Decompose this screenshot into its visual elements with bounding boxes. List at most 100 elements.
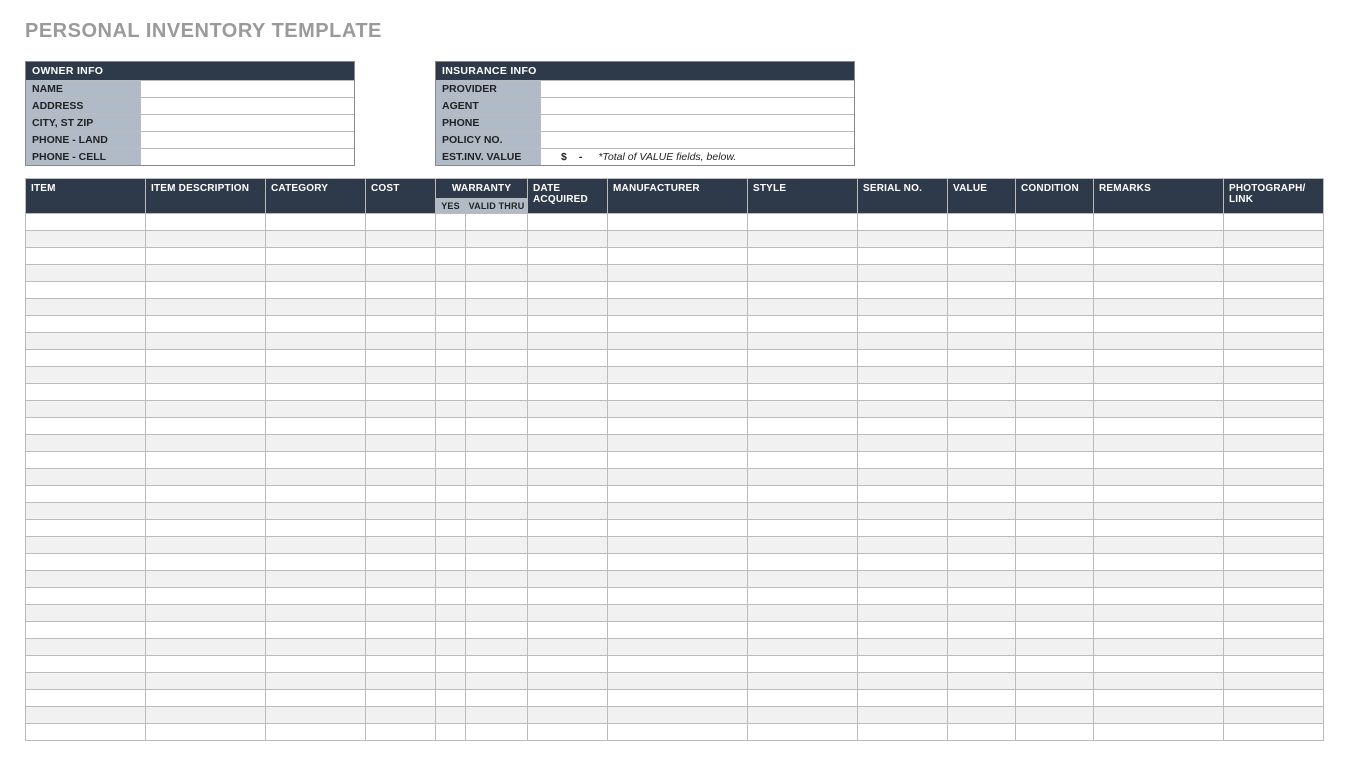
- table-cell[interactable]: [466, 265, 528, 282]
- table-cell[interactable]: [608, 656, 748, 673]
- table-cell[interactable]: [266, 418, 366, 435]
- table-cell[interactable]: [858, 639, 948, 656]
- table-cell[interactable]: [436, 588, 466, 605]
- table-cell[interactable]: [466, 316, 528, 333]
- table-cell[interactable]: [858, 367, 948, 384]
- table-cell[interactable]: [146, 554, 266, 571]
- table-cell[interactable]: [858, 282, 948, 299]
- table-cell[interactable]: [948, 265, 1016, 282]
- table-cell[interactable]: [948, 605, 1016, 622]
- table-cell[interactable]: [436, 486, 466, 503]
- table-cell[interactable]: [466, 724, 528, 741]
- table-cell[interactable]: [436, 639, 466, 656]
- table-cell[interactable]: [858, 401, 948, 418]
- table-cell[interactable]: [528, 452, 608, 469]
- table-cell[interactable]: [948, 622, 1016, 639]
- table-cell[interactable]: [1016, 520, 1094, 537]
- table-cell[interactable]: [608, 418, 748, 435]
- table-cell[interactable]: [466, 690, 528, 707]
- table-cell[interactable]: [1016, 316, 1094, 333]
- table-cell[interactable]: [366, 231, 436, 248]
- table-cell[interactable]: [146, 486, 266, 503]
- table-cell[interactable]: [1094, 214, 1224, 231]
- table-cell[interactable]: [528, 520, 608, 537]
- table-cell[interactable]: [26, 231, 146, 248]
- table-cell[interactable]: [748, 554, 858, 571]
- table-cell[interactable]: [366, 401, 436, 418]
- table-cell[interactable]: [266, 622, 366, 639]
- table-cell[interactable]: [266, 571, 366, 588]
- table-cell[interactable]: [858, 418, 948, 435]
- table-cell[interactable]: [366, 214, 436, 231]
- table-cell[interactable]: [608, 265, 748, 282]
- table-cell[interactable]: [608, 248, 748, 265]
- table-cell[interactable]: [528, 231, 608, 248]
- table-cell[interactable]: [366, 656, 436, 673]
- table-cell[interactable]: [748, 299, 858, 316]
- table-cell[interactable]: [146, 588, 266, 605]
- table-cell[interactable]: [146, 350, 266, 367]
- table-cell[interactable]: [26, 367, 146, 384]
- table-cell[interactable]: [26, 520, 146, 537]
- table-cell[interactable]: [858, 248, 948, 265]
- table-cell[interactable]: [948, 554, 1016, 571]
- table-cell[interactable]: [1094, 605, 1224, 622]
- table-cell[interactable]: [1094, 503, 1224, 520]
- table-cell[interactable]: [1224, 384, 1324, 401]
- table-cell[interactable]: [436, 537, 466, 554]
- table-cell[interactable]: [366, 571, 436, 588]
- table-cell[interactable]: [1016, 707, 1094, 724]
- table-cell[interactable]: [948, 418, 1016, 435]
- table-cell[interactable]: [436, 656, 466, 673]
- table-cell[interactable]: [266, 350, 366, 367]
- table-cell[interactable]: [608, 333, 748, 350]
- table-cell[interactable]: [1016, 486, 1094, 503]
- table-cell[interactable]: [528, 469, 608, 486]
- table-cell[interactable]: [1224, 469, 1324, 486]
- table-cell[interactable]: [1016, 673, 1094, 690]
- table-cell[interactable]: [1016, 469, 1094, 486]
- table-cell[interactable]: [608, 214, 748, 231]
- table-cell[interactable]: [858, 503, 948, 520]
- table-cell[interactable]: [466, 656, 528, 673]
- table-cell[interactable]: [1224, 435, 1324, 452]
- table-cell[interactable]: [1016, 418, 1094, 435]
- table-cell[interactable]: [528, 537, 608, 554]
- table-cell[interactable]: [26, 588, 146, 605]
- table-cell[interactable]: [26, 384, 146, 401]
- table-cell[interactable]: [858, 605, 948, 622]
- table-cell[interactable]: [1094, 656, 1224, 673]
- table-cell[interactable]: [266, 435, 366, 452]
- table-cell[interactable]: [366, 435, 436, 452]
- table-cell[interactable]: [1224, 350, 1324, 367]
- table-cell[interactable]: [1224, 367, 1324, 384]
- table-cell[interactable]: [436, 503, 466, 520]
- table-cell[interactable]: [1094, 316, 1224, 333]
- table-cell[interactable]: [948, 690, 1016, 707]
- table-cell[interactable]: [748, 707, 858, 724]
- table-cell[interactable]: [1094, 452, 1224, 469]
- table-cell[interactable]: [146, 520, 266, 537]
- table-cell[interactable]: [608, 724, 748, 741]
- table-cell[interactable]: [858, 707, 948, 724]
- table-cell[interactable]: [748, 231, 858, 248]
- table-cell[interactable]: [146, 656, 266, 673]
- insurance-value-phone[interactable]: [541, 115, 854, 131]
- table-cell[interactable]: [436, 571, 466, 588]
- table-cell[interactable]: [748, 367, 858, 384]
- table-cell[interactable]: [366, 520, 436, 537]
- table-cell[interactable]: [608, 452, 748, 469]
- table-cell[interactable]: [1094, 350, 1224, 367]
- table-cell[interactable]: [266, 248, 366, 265]
- table-cell[interactable]: [528, 265, 608, 282]
- table-cell[interactable]: [748, 418, 858, 435]
- table-cell[interactable]: [26, 418, 146, 435]
- table-cell[interactable]: [366, 503, 436, 520]
- table-cell[interactable]: [1016, 384, 1094, 401]
- table-cell[interactable]: [466, 333, 528, 350]
- table-cell[interactable]: [858, 622, 948, 639]
- table-cell[interactable]: [146, 622, 266, 639]
- table-cell[interactable]: [266, 639, 366, 656]
- table-cell[interactable]: [858, 384, 948, 401]
- table-cell[interactable]: [1016, 367, 1094, 384]
